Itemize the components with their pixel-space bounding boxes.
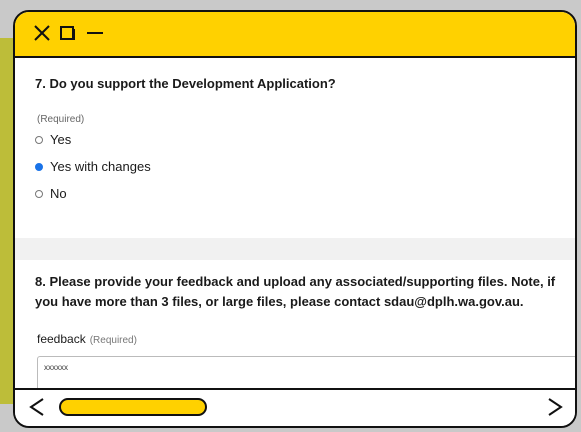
- option-no-label: No: [50, 186, 67, 201]
- option-yes-label: Yes: [50, 132, 72, 147]
- option-yes-with-changes[interactable]: Yes with changes: [35, 159, 151, 174]
- maximize-icon[interactable]: [59, 24, 77, 42]
- feedback-label-text: feedback: [37, 332, 86, 346]
- feedback-textarea[interactable]: xxxxxx: [37, 356, 575, 390]
- question-7-required: (Required): [37, 114, 85, 125]
- feedback-label: feedback (Required): [37, 332, 137, 346]
- section-divider: [15, 238, 575, 260]
- scrollbar-thumb[interactable]: [59, 398, 207, 416]
- question-7-title: 7. Do you support the Development Applic…: [35, 76, 336, 91]
- question-8-title-line2: you have more than 3 files, or large fil…: [35, 294, 524, 309]
- bottom-navigation: [15, 388, 575, 426]
- minimize-icon[interactable]: [85, 24, 105, 42]
- question-8-title-line1: 8. Please provide your feedback and uplo…: [35, 274, 556, 289]
- close-icon[interactable]: [33, 24, 51, 42]
- option-no[interactable]: No: [35, 186, 67, 201]
- option-yes-with-changes-label: Yes with changes: [50, 159, 151, 174]
- form-content: 7. Do you support the Development Applic…: [15, 58, 575, 390]
- question-8-title: 8. Please provide your feedback and uplo…: [35, 272, 555, 312]
- option-yes[interactable]: Yes: [35, 132, 71, 147]
- feedback-required: (Required): [89, 335, 137, 346]
- titlebar: [15, 12, 575, 58]
- radio-yes[interactable]: [35, 135, 43, 144]
- window: 7. Do you support the Development Applic…: [13, 10, 577, 428]
- radio-no[interactable]: [35, 189, 43, 198]
- accent-strip: [0, 38, 14, 404]
- chevron-left-icon[interactable]: [27, 396, 47, 418]
- chevron-right-icon[interactable]: [545, 396, 565, 418]
- radio-yes-with-changes[interactable]: [35, 162, 43, 171]
